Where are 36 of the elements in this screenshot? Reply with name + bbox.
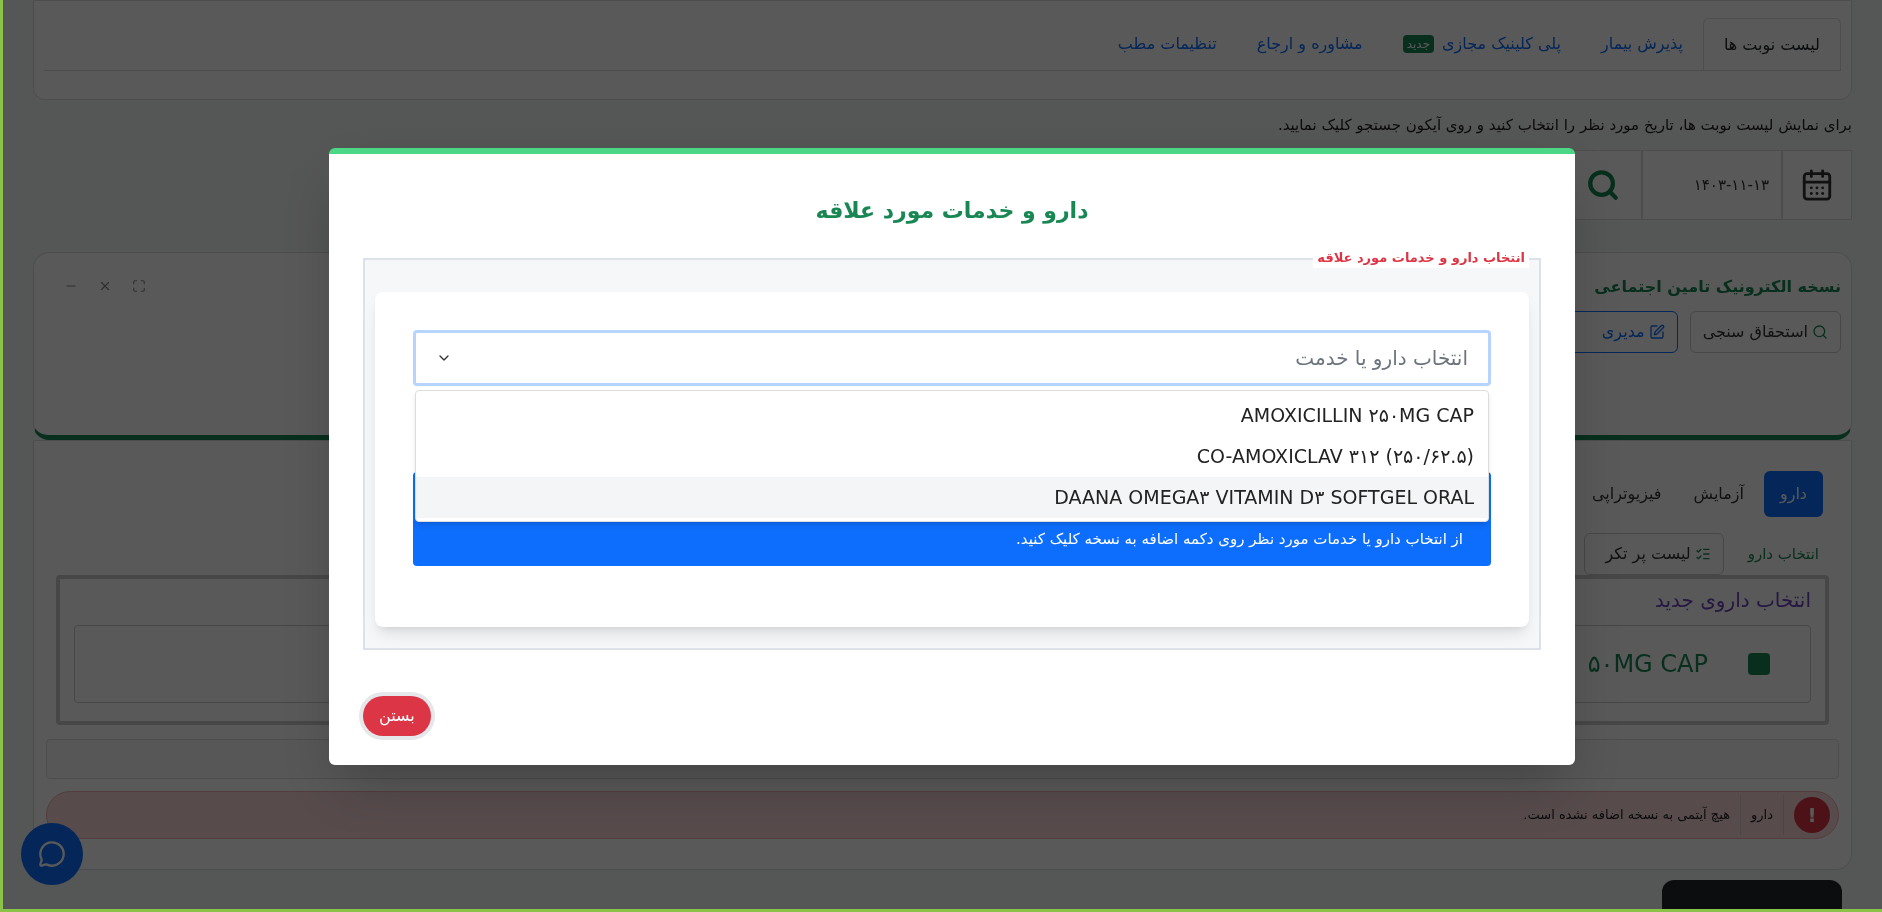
- edit-icon: [1648, 324, 1665, 340]
- nav-tab[interactable]: تنظیمات مطب: [1097, 18, 1237, 70]
- info-text: از انتخاب دارو یا خدمات مورد نظر روی دکمه اضافه به نسخه کلیک کنید.: [1016, 528, 1463, 550]
- alert-category: دارو: [1751, 806, 1773, 825]
- alert-icon: !: [1794, 797, 1830, 833]
- list-icon: [1694, 546, 1711, 562]
- new-badge: جدید: [1402, 35, 1435, 53]
- nav-tab[interactable]: لیست نوبت ها: [1702, 18, 1841, 70]
- dropdown-option[interactable]: AMOXICILLIN ۲۵۰MG CAP: [416, 395, 1488, 436]
- nav-tab[interactable]: پذیرش بیمار: [1581, 18, 1703, 70]
- date-field[interactable]: ۱۴۰۳-۱۱-۱۳: [1642, 150, 1782, 220]
- instruction-text: برای نمایش لیست نوبت ها، تاریخ مورد نظر را انتخاب کنید و روی آیکون جستجو کلیک نمایید.: [1276, 115, 1852, 136]
- fullscreen-icon[interactable]: [132, 279, 146, 293]
- fieldset-legend: انتخاب دارو: [1747, 542, 1819, 566]
- new-drug-title: انتخاب داروی جدید: [1653, 587, 1811, 614]
- section-tab[interactable]: فیزیوتراپی: [1579, 471, 1674, 517]
- search-icon: [1812, 324, 1828, 340]
- nav-tab[interactable]: مشاوره و ارجاع: [1236, 18, 1383, 70]
- checkbox-icon[interactable]: [1748, 653, 1770, 675]
- close-icon[interactable]: [98, 279, 112, 293]
- section-tab[interactable]: آزمایش: [1681, 471, 1756, 517]
- drug-name: ۵۰MG CAP: [1587, 649, 1708, 680]
- calendar-icon: [1800, 168, 1834, 202]
- alert-message: هیچ آیتمی به نسخه اضافه نشده است.: [1523, 805, 1731, 825]
- calendar-button[interactable]: [1782, 150, 1852, 220]
- dropdown-option[interactable]: CO-AMOXICLAV ۳۱۲ (۲۵۰/۶۲.۵): [416, 436, 1488, 477]
- frequent-list-button[interactable]: لیست پر تکر: [1583, 533, 1724, 575]
- select-field[interactable]: انتخاب دارو یا خدمت: [413, 330, 1491, 386]
- card-title: نسخه الکترونیک تامین اجتماعی: [1593, 276, 1841, 298]
- section-tab[interactable]: دارو: [1763, 471, 1823, 517]
- nav-tab[interactable]: پلی کلینیک مجازی جدید: [1382, 18, 1582, 70]
- chat-icon: [38, 840, 66, 868]
- search-icon: [1586, 168, 1620, 202]
- dropdown-option[interactable]: DAANA OMEGA۳ VITAMIN D۳ SOFTGEL ORAL: [416, 477, 1488, 518]
- eligibility-button[interactable]: استحقاق سنجی: [1689, 311, 1841, 353]
- modal-title: دارو و خدمات مورد علاقه: [815, 197, 1089, 226]
